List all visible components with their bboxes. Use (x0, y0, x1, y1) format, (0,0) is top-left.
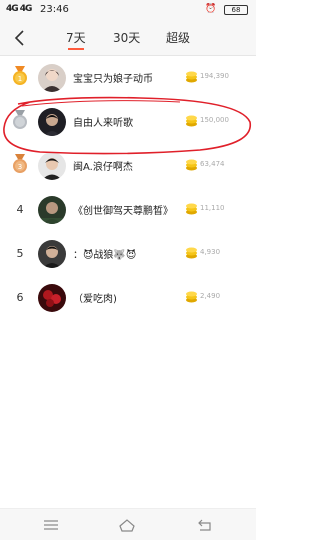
user-name: 闽A.浪仔啊杰 (73, 162, 133, 173)
avatar[interactable] (38, 284, 66, 312)
battery-level: 68 (231, 6, 241, 14)
user-name: 《创世御驾天尊鹏晳》 (73, 206, 173, 217)
avatar-image (38, 284, 66, 312)
avatar-image (38, 64, 66, 92)
user-name: ：😈战狼🐺😈 (73, 250, 137, 261)
coin-count: 63,474 (200, 160, 225, 168)
rank-number: 6 (16, 291, 24, 304)
system-nav-bar (0, 508, 256, 540)
coin-icon (186, 115, 197, 127)
back-button[interactable] (8, 26, 32, 50)
tab-7-days[interactable]: 7天 (66, 29, 86, 50)
tab-30-days[interactable]: 30天 (113, 29, 140, 49)
avatar[interactable] (38, 152, 66, 180)
user-name: （爱吃肉) (73, 294, 117, 305)
back-nav-icon[interactable] (196, 517, 214, 533)
rank-number: 4 (16, 203, 24, 216)
ranking-row[interactable]: 自由人来听歌 150,000 (0, 100, 256, 144)
rank-number: 5 (16, 247, 24, 260)
ranking-row[interactable]: 1 宝宝只为娘子动币 194,390 (0, 56, 256, 100)
silver-medal-icon (13, 110, 27, 129)
clock: 23:46 (40, 4, 69, 15)
avatar[interactable] (38, 108, 66, 136)
coin-count: 150,000 (200, 116, 229, 124)
avatar[interactable] (38, 64, 66, 92)
avatar-image (38, 152, 66, 180)
ranking-row[interactable]: 6 （爱吃肉) 2,490 (0, 276, 256, 320)
coin-count: 2,490 (200, 292, 221, 300)
coin-icon (186, 247, 197, 259)
svg-text:3: 3 (18, 163, 22, 171)
ranking-row[interactable]: 5 ：😈战狼🐺😈 4,930 (0, 232, 256, 276)
ranking-row[interactable]: 3 闽A.浪仔啊杰 63,474 (0, 144, 256, 188)
user-name: 宝宝只为娘子动币 (73, 74, 153, 85)
battery-icon: 68 (224, 5, 248, 15)
coin-count: 11,110 (200, 204, 225, 212)
avatar[interactable] (38, 196, 66, 224)
chevron-left-icon (14, 30, 24, 46)
home-icon[interactable] (118, 517, 136, 533)
coin-count: 194,390 (200, 72, 229, 80)
svg-text:1: 1 (18, 75, 22, 83)
bronze-medal-icon: 3 (13, 154, 27, 173)
menu-icon[interactable] (42, 517, 60, 533)
tab-super[interactable]: 超级 (166, 29, 190, 49)
coin-icon (186, 291, 197, 303)
avatar-image (38, 108, 66, 136)
user-name: 自由人来听歌 (73, 118, 133, 129)
signal-indicator: 4G 4G (6, 4, 32, 14)
avatar[interactable] (38, 240, 66, 268)
coin-icon (186, 159, 197, 171)
header: 7天 30天 超级 (0, 20, 256, 56)
gold-medal-icon: 1 (13, 66, 27, 85)
status-bar: 4G 4G 23:46 ⏰ 68 (0, 0, 256, 20)
avatar-image (38, 240, 66, 268)
avatar-image (38, 196, 66, 224)
ranking-row[interactable]: 4 《创世御驾天尊鹏晳》 11,110 (0, 188, 256, 232)
coin-icon (186, 203, 197, 215)
coin-icon (186, 71, 197, 83)
coin-count: 4,930 (200, 248, 221, 256)
alarm-icon: ⏰ (205, 4, 217, 14)
